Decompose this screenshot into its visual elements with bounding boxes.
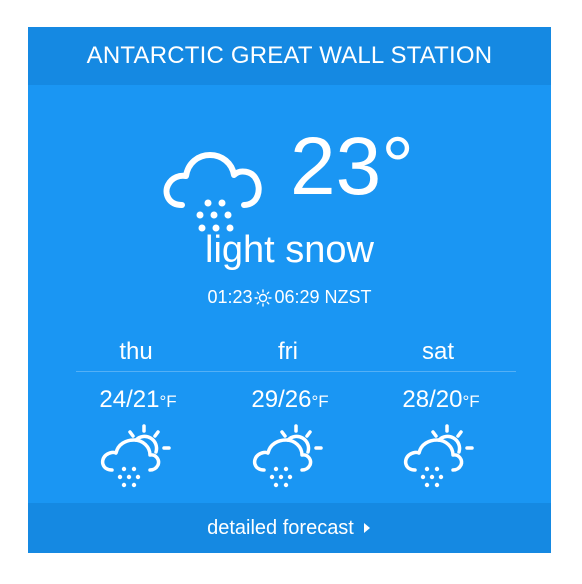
forecast-temp: 24/21°F — [99, 386, 177, 413]
sunset-time: 06:29 — [274, 287, 320, 307]
forecast-day-label: sat — [421, 338, 454, 365]
current-temperature: 23° — [290, 121, 415, 212]
sunrise-sunset-row: 01:23 06:29 NZST — [28, 285, 551, 309]
cloud-snow-icon — [163, 152, 262, 232]
current-conditions: 23° — [28, 117, 551, 242]
partly-sunny-snow-icon — [252, 424, 323, 488]
forecast-days-row: thu fri sat — [76, 335, 516, 372]
partly-sunny-snow-icon — [403, 424, 474, 488]
sun-icon — [254, 289, 273, 307]
weather-widget: ANTARCTIC GREAT WALL STATION 23° light s… — [28, 27, 551, 553]
forecast-day-label: thu — [119, 338, 153, 365]
condition-text: light snow — [205, 229, 374, 271]
forecast-day-label: fri — [278, 338, 298, 365]
header-bar: ANTARCTIC GREAT WALL STATION — [28, 27, 551, 85]
partly-sunny-snow-icon — [100, 424, 171, 488]
forecast-temp: 28/20°F — [402, 386, 480, 413]
caret-right-icon — [363, 523, 370, 533]
detailed-forecast-link[interactable]: detailed forecast — [28, 503, 551, 553]
timezone: NZST — [324, 287, 372, 307]
detailed-forecast-label: detailed forecast — [207, 516, 354, 539]
station-title: ANTARCTIC GREAT WALL STATION — [86, 42, 493, 69]
forecast-temp: 29/26°F — [251, 386, 329, 413]
sunrise-time: 01:23 — [207, 287, 253, 307]
